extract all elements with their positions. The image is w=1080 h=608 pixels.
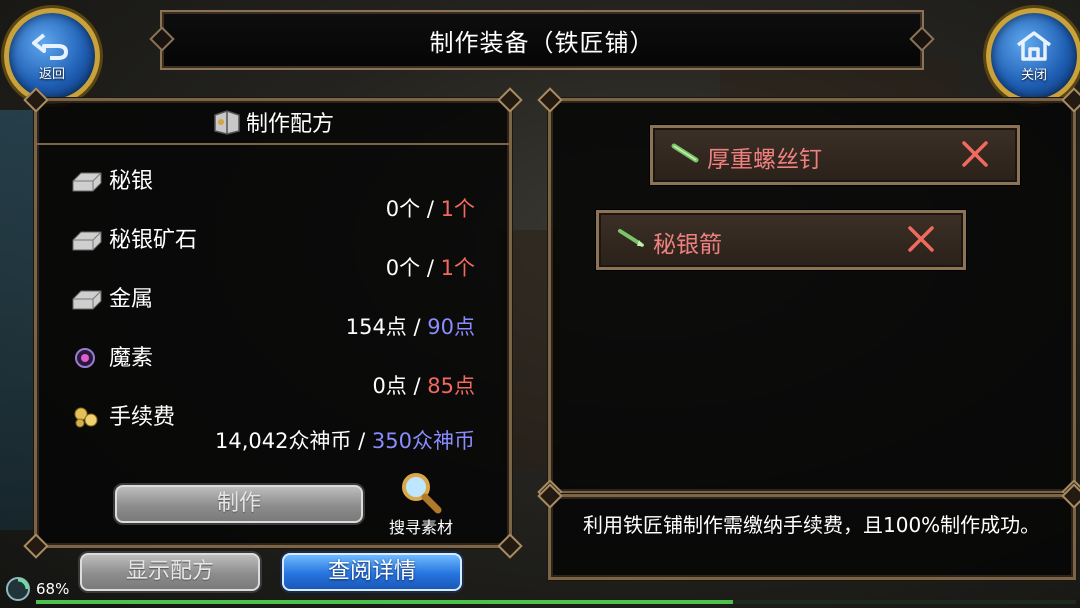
- close-icon[interactable]: [907, 225, 935, 253]
- back-button[interactable]: 返回: [4, 8, 100, 104]
- page-title: 制作装备（铁匠铺）: [160, 10, 924, 70]
- material-quantity: 14,042众神币 / 350众神币: [214, 429, 475, 453]
- close-icon[interactable]: [961, 140, 989, 168]
- coins-icon: [74, 407, 98, 428]
- material-name: 魔素: [109, 346, 154, 371]
- equipment-slot[interactable]: 厚重螺丝钉: [650, 125, 1020, 185]
- back-button-label: 返回: [38, 66, 65, 82]
- material-quantity: 0个 / 1个: [385, 197, 475, 221]
- material-row: 金属 154点 / 90点: [37, 281, 509, 339]
- show-recipe-button[interactable]: 显示配方: [80, 553, 260, 591]
- material-row: 手续费 14,042众神币 / 350众神币: [37, 399, 509, 457]
- ingot-icon: [72, 290, 102, 310]
- ingot-icon: [72, 231, 102, 251]
- close-button[interactable]: 关闭: [986, 8, 1080, 104]
- craft-button[interactable]: 制作: [115, 485, 363, 523]
- page-title-text: 制作装备（铁匠铺）: [429, 28, 655, 57]
- bolt-item-icon: [671, 143, 699, 163]
- recipe-header-label: 制作配方: [245, 112, 334, 137]
- info-panel: 利用铁匠铺制作需缴纳手续费，且100%制作成功。: [537, 483, 1080, 580]
- recipe-book-icon: [214, 110, 240, 135]
- progress-percent: 68%: [36, 580, 70, 598]
- recipe-header: 制作配方: [37, 101, 509, 145]
- material-quantity: 0点 / 85点: [372, 374, 475, 398]
- magic-orb-icon: [75, 348, 95, 368]
- magnifier-icon: [402, 473, 442, 514]
- experience-bar-fill: [36, 600, 733, 604]
- material-row: 秘银 0个 / 1个: [37, 163, 509, 221]
- material-quantity: 154点 / 90点: [345, 315, 475, 339]
- equipment-slot-name: 秘银箭: [653, 232, 722, 258]
- view-details-button[interactable]: 查阅详情: [282, 553, 462, 591]
- arrow-item-icon: [618, 229, 644, 247]
- search-materials-label: 搜寻素材: [388, 518, 453, 537]
- equipment-slot[interactable]: 秘银箭: [596, 210, 966, 270]
- back-arrow-icon: [32, 32, 68, 60]
- equipment-slot-name: 厚重螺丝钉: [707, 147, 822, 173]
- ingot-icon: [72, 172, 102, 192]
- material-name: 金属: [109, 287, 154, 312]
- material-row: 秘银矿石 0个 / 1个: [37, 222, 509, 280]
- info-text: 利用铁匠铺制作需缴纳手续费，且100%制作成功。: [583, 513, 1041, 537]
- frame-corner: [537, 87, 563, 113]
- frame-corner: [23, 533, 49, 559]
- experience-bar: [36, 600, 1076, 604]
- home-icon: [1016, 30, 1052, 61]
- spinner-icon: [6, 577, 30, 601]
- material-name: 手续费: [109, 405, 176, 430]
- close-button-label: 关闭: [1020, 67, 1047, 83]
- search-materials-button[interactable]: 搜寻素材: [380, 470, 462, 537]
- material-name: 秘银矿石: [109, 228, 198, 253]
- material-row: 魔素 0点 / 85点: [37, 340, 509, 398]
- material-name: 秘银: [109, 169, 154, 194]
- frame-corner: [497, 533, 523, 559]
- material-quantity: 0个 / 1个: [385, 256, 475, 280]
